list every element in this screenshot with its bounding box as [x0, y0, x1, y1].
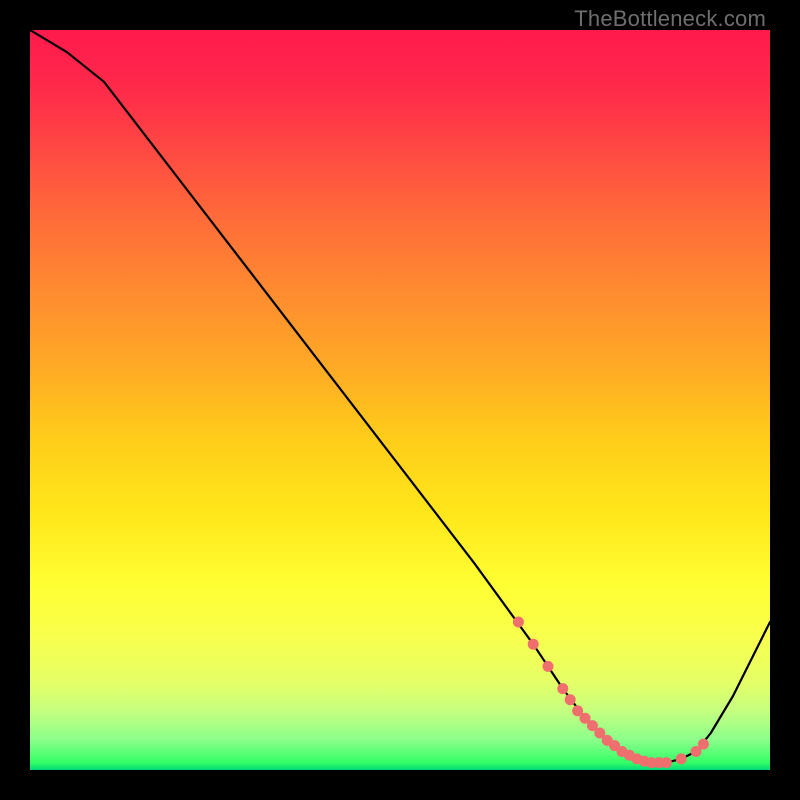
highlight-point: [698, 739, 709, 750]
highlight-point: [587, 720, 598, 731]
highlight-point: [624, 750, 635, 761]
highlight-point: [639, 756, 650, 767]
highlight-point: [631, 753, 642, 764]
highlight-point: [691, 746, 702, 757]
chart-container: TheBottleneck.com: [0, 0, 800, 800]
highlight-points: [513, 617, 709, 769]
highlight-point: [594, 728, 605, 739]
curve-layer: [30, 30, 770, 770]
watermark-text: TheBottleneck.com: [574, 6, 766, 32]
highlight-point: [654, 757, 665, 768]
highlight-point: [646, 757, 657, 768]
highlight-point: [676, 753, 687, 764]
highlight-point: [661, 757, 672, 768]
highlight-point: [513, 617, 524, 628]
highlight-point: [580, 713, 591, 724]
highlight-point: [528, 639, 539, 650]
highlight-point: [557, 683, 568, 694]
highlight-point: [565, 694, 576, 705]
plot-area: [30, 30, 770, 770]
bottleneck-curve: [30, 30, 770, 763]
highlight-point: [572, 705, 583, 716]
highlight-point: [602, 735, 613, 746]
highlight-point: [543, 661, 554, 672]
highlight-point: [617, 746, 628, 757]
highlight-point: [609, 740, 620, 751]
